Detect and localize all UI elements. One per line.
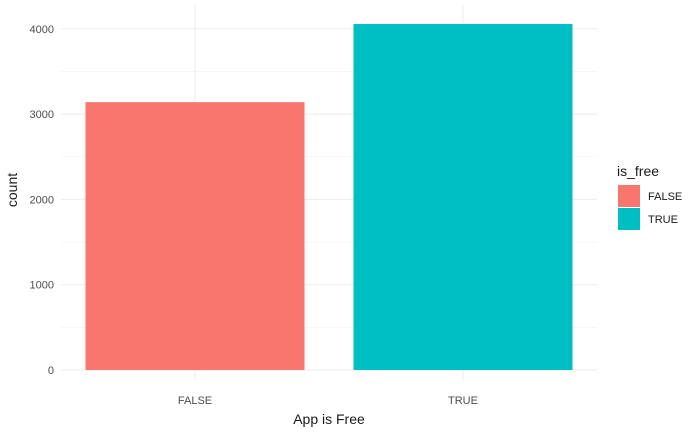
chart: 0 1000 2000 3000 4000 FALSE TRUE App is Free …: [0, 0, 700, 432]
y-axis-ticks: 0 1000 2000 3000 4000: [30, 24, 54, 377]
x-axis-title: App is Free: [293, 411, 365, 427]
y-tick-label: 3000: [30, 109, 54, 121]
x-tick-label: FALSE: [178, 395, 212, 407]
legend: is_free FALSE TRUE: [617, 163, 682, 230]
bar-false: [85, 102, 305, 371]
bars: [85, 24, 573, 371]
legend-title: is_free: [617, 163, 659, 179]
legend-key-false: [618, 185, 640, 207]
x-axis-ticks: FALSE TRUE: [178, 395, 478, 407]
y-tick-label: 2000: [30, 194, 54, 206]
y-tick-label: 1000: [30, 280, 54, 292]
legend-label-false: FALSE: [648, 191, 682, 203]
bar-chart: 01000200030004000 FALSE TRUE App is Free …: [4, 5, 682, 427]
x-tick-label: TRUE: [448, 395, 478, 407]
y-tick-label: 4000: [30, 24, 54, 36]
y-tick-label: 0: [48, 365, 54, 377]
legend-key-true: [618, 208, 640, 230]
legend-label-true: TRUE: [648, 214, 678, 226]
legend-items: FALSE TRUE: [618, 185, 682, 230]
y-axis-title: count: [4, 173, 20, 207]
bar-true: [353, 24, 573, 371]
